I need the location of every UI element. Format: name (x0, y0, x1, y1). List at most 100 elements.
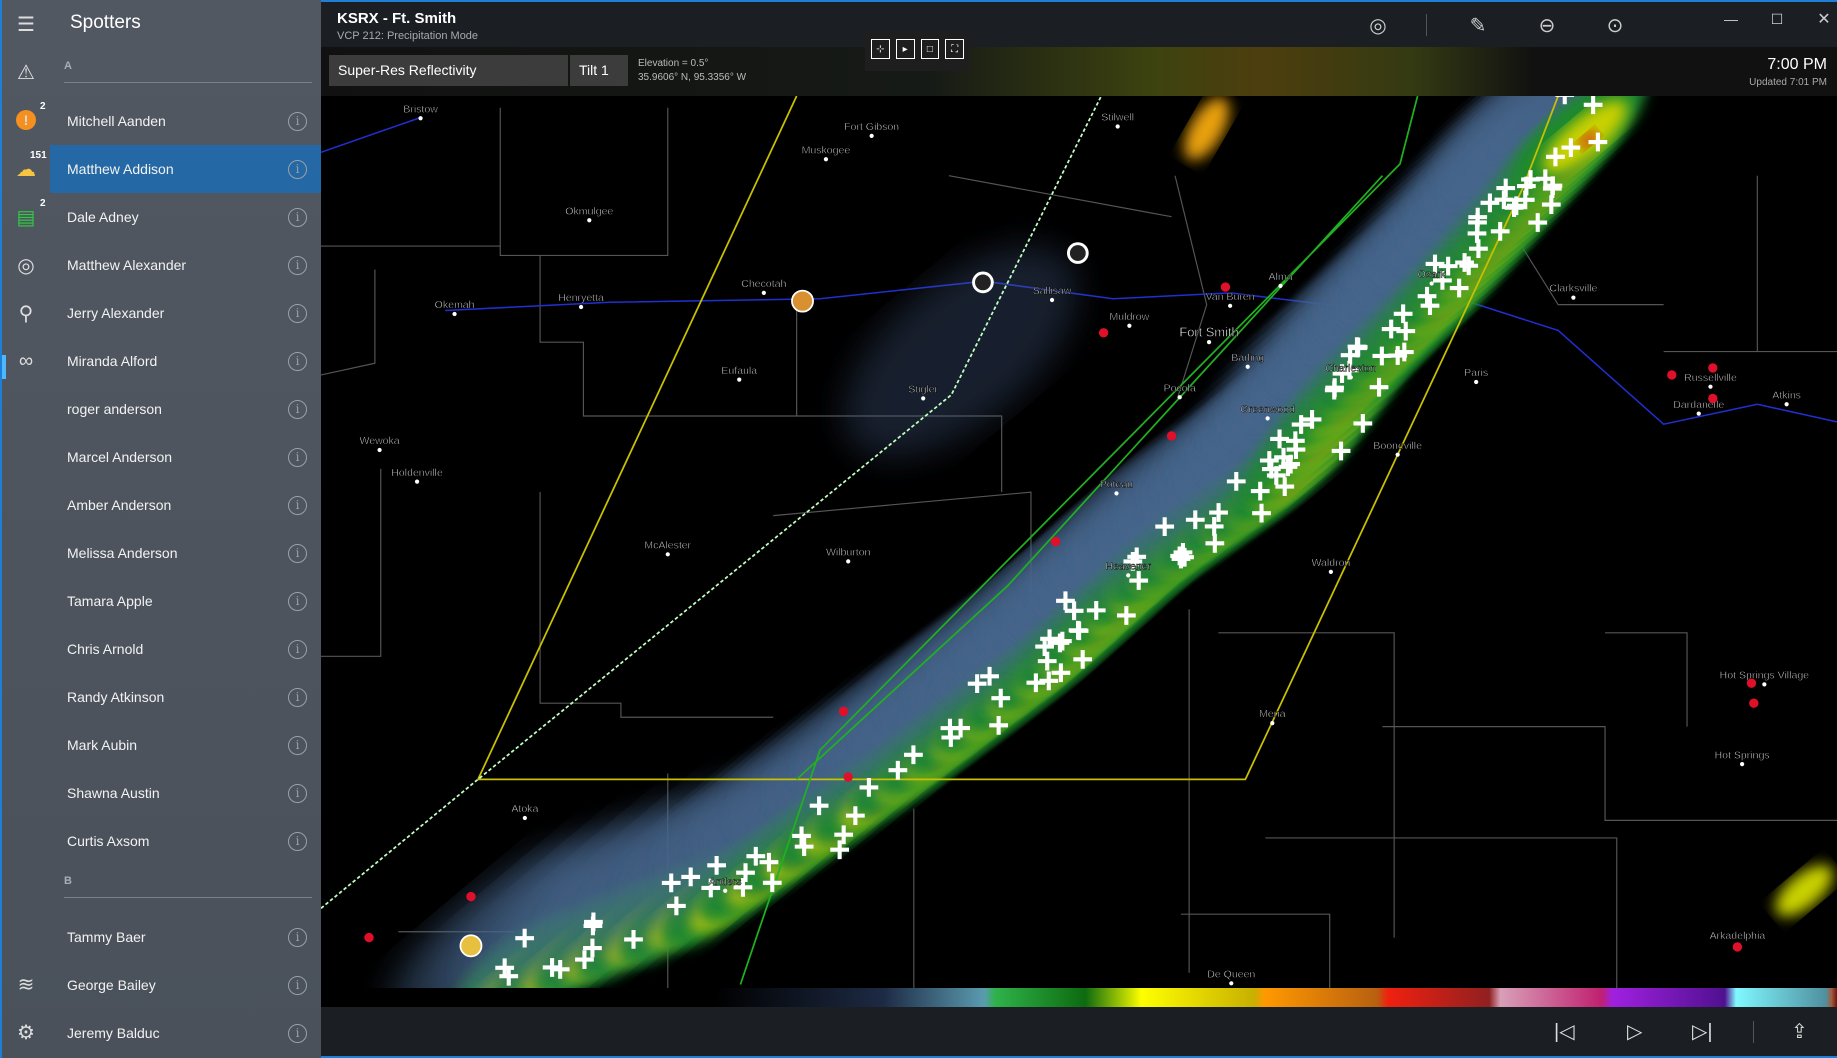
info-icon[interactable]: i (288, 735, 307, 755)
section-header-a: A (64, 60, 312, 83)
spotter-name: roger anderson (67, 401, 162, 417)
info-icon[interactable]: i (288, 207, 307, 227)
spotter-name: Jerry Alexander (67, 305, 165, 321)
spotter-marker[interactable] (1708, 393, 1718, 404)
spotter-row[interactable]: Jeremy Balduc i (50, 1009, 323, 1057)
info-icon[interactable]: i (288, 159, 307, 179)
info-icon[interactable]: i (288, 399, 307, 419)
spotter-marker[interactable] (364, 932, 374, 943)
share-icon[interactable]: ⇪ (1791, 1019, 1808, 1044)
info-icon[interactable]: i (288, 303, 307, 323)
info-icon[interactable]: i (288, 831, 307, 851)
spotter-row[interactable]: Tamara Apple i (50, 577, 323, 625)
spotter-marker[interactable] (1667, 370, 1677, 380)
spotter-name: Randy Atkinson (67, 689, 165, 705)
pencil-icon[interactable]: ✎ (1465, 12, 1491, 38)
spotter-marker[interactable] (838, 706, 849, 717)
city-label: Ozark (1418, 269, 1447, 281)
info-icon[interactable]: i (288, 255, 307, 275)
spotter-marker[interactable] (1098, 328, 1109, 338)
menu-icon[interactable]: ☰ (12, 10, 40, 38)
spotter-marker[interactable] (1050, 536, 1061, 547)
info-icon[interactable]: i (288, 1023, 307, 1043)
spotter-row[interactable]: Miranda Alford i (50, 337, 323, 385)
spotter-row[interactable]: Amber Anderson i (50, 481, 323, 529)
product-dropdown[interactable]: Super-Res Reflectivity (329, 55, 568, 86)
spotter-row[interactable]: Mark Aubin i (50, 721, 323, 769)
spotter-marker[interactable] (466, 891, 476, 902)
city-label: Checotah (741, 278, 786, 290)
tilt-dropdown[interactable]: Tilt 1 (570, 55, 628, 86)
radar-target-icon[interactable]: ◎ (1365, 12, 1391, 38)
city-dot (1278, 283, 1283, 288)
skip-forward-icon[interactable]: ▷| (1692, 1019, 1713, 1044)
city-label: Wilburton (826, 546, 871, 558)
rect-snip-icon[interactable]: ▸ (895, 39, 915, 59)
spotter-marker[interactable] (843, 772, 853, 782)
spotter-row[interactable]: Jerry Alexander i (50, 289, 323, 337)
spotter-marker[interactable] (1708, 363, 1718, 373)
spotter-row[interactable]: Tammy Baer i (50, 913, 323, 961)
city-label: Bristow (403, 103, 438, 115)
spotter-report-marker[interactable] (791, 289, 814, 313)
icon-rail: ☰ ⚠! 2 ☁ 151 ▤ 2 ◎ ⚲ ∞ ≋ ⚙ (2, 0, 50, 1058)
play-icon[interactable]: ▷ (1627, 1019, 1642, 1044)
info-icon[interactable]: i (288, 975, 307, 995)
city-dot (1429, 281, 1434, 286)
info-icon[interactable]: i (288, 591, 307, 611)
spotter-marker[interactable] (1220, 282, 1231, 292)
radar-site-marker[interactable] (1066, 242, 1089, 264)
spotter-row[interactable]: Melissa Anderson i (50, 529, 323, 577)
maximize-icon[interactable]: ☐ (1764, 6, 1790, 32)
radar-site-marker[interactable] (972, 271, 994, 294)
spotter-row[interactable]: Marcel Anderson i (50, 433, 323, 481)
close-icon[interactable]: ✕ (1811, 6, 1837, 32)
spotter-marker[interactable] (1749, 698, 1759, 708)
info-icon[interactable]: i (288, 639, 307, 659)
spotter-row[interactable]: Randy Atkinson i (50, 673, 323, 721)
spotter-row[interactable]: Mitchell Aanden i (50, 97, 323, 145)
spotter-row[interactable]: Curtis Axsom i (50, 817, 323, 865)
spotter-row[interactable]: Shawna Austin i (50, 769, 323, 817)
spotter-name: Dale Adney (67, 209, 139, 225)
spotter-row[interactable]: Dale Adney i (50, 193, 323, 241)
info-icon[interactable]: i (288, 495, 307, 515)
info-icon[interactable]: i (288, 447, 307, 467)
layers-icon[interactable]: ≋ (12, 970, 40, 998)
spotter-marker[interactable] (1732, 942, 1743, 952)
info-icon[interactable]: i (288, 543, 307, 563)
spotter-row[interactable]: roger anderson i (50, 385, 323, 433)
spotter-row[interactable]: Matthew Addison i (50, 145, 323, 193)
info-icon[interactable]: i (288, 351, 307, 371)
spotter-icon[interactable]: ⚲ (12, 299, 40, 327)
spotter-report-marker[interactable] (459, 934, 483, 958)
radar-map[interactable]: Bristow Fort Gibson Muskogee Stilwell Okmulg… (321, 96, 1837, 988)
skip-back-icon[interactable]: |◁ (1554, 1019, 1575, 1044)
spotter-name: Miranda Alford (67, 353, 158, 369)
track-icon[interactable]: ⊖ (1534, 12, 1560, 38)
chat-icon[interactable]: ▤ (12, 203, 40, 231)
snip-menu-icon[interactable]: ⊹ (871, 39, 890, 59)
locate-icon[interactable]: ⊙ (1602, 12, 1628, 38)
spotter-marker[interactable] (1166, 431, 1177, 441)
binoculars-icon[interactable]: ∞ (12, 347, 40, 375)
info-icon[interactable]: i (288, 687, 307, 707)
info-icon[interactable]: i (288, 783, 307, 803)
alert-icon[interactable]: ! (16, 110, 36, 130)
city-dot (1206, 340, 1212, 345)
spotter-name: Shawna Austin (67, 785, 160, 801)
warning-icon[interactable]: ⚠ (12, 58, 40, 86)
spotter-name: Melissa Anderson (67, 545, 178, 561)
window-snip-icon[interactable]: □ (920, 39, 940, 59)
radar-icon[interactable]: ◎ (12, 251, 40, 279)
spotter-row[interactable]: Matthew Alexander i (50, 241, 323, 289)
fullscreen-snip-icon[interactable]: ⛶ (945, 39, 964, 59)
spotter-marker[interactable] (1746, 678, 1757, 688)
spotter-row[interactable]: Chris Arnold i (50, 625, 323, 673)
info-icon[interactable]: i (288, 927, 307, 947)
info-icon[interactable]: i (288, 111, 307, 131)
settings-icon[interactable]: ⚙ (12, 1018, 40, 1046)
minimize-icon[interactable]: — (1718, 6, 1744, 32)
spotter-name: Marcel Anderson (67, 449, 173, 465)
spotter-row[interactable]: George Bailey i (50, 961, 323, 1009)
